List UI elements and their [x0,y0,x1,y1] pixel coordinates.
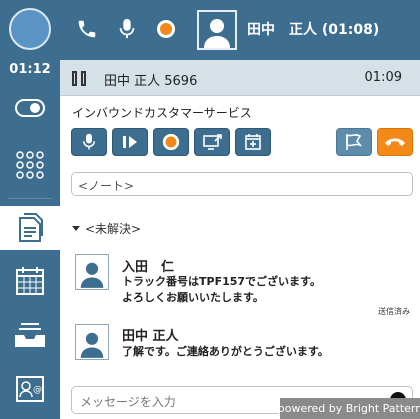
interaction-panel: 田中 正人 5696 01:09 インバウンドカスタマーサービス <ノート> <… [60,60,420,419]
disposition-label: <未解決> [85,222,142,236]
screen-share-button[interactable] [194,128,230,156]
sidebar-item-calendar[interactable] [0,258,60,304]
dialpad-icon [16,151,44,179]
sidebar-item-dialpad[interactable] [0,140,60,190]
phone-icon[interactable] [74,16,100,42]
inbox-icon [15,323,45,347]
contact-avatar [197,10,237,50]
user-icon [80,262,104,288]
top-bar: 田中 正人 (01:08) [0,0,420,60]
agent-status-indicator[interactable] [9,8,51,50]
message-line: 了解です。ご連絡ありがとうございます。 [122,345,329,358]
sidebar-divider [8,198,52,199]
record-icon [162,133,180,151]
sidebar-item-inbox[interactable] [0,312,60,358]
message-line: トラック番号はTPF157でございます。 [122,275,321,288]
document-icon [19,213,43,242]
session-timer: 01:12 [9,62,51,77]
contact-name-header: 田中 正人 (01:08) [247,19,379,39]
message-sender: 入田 仁 [122,260,175,275]
schedule-button[interactable] [235,128,271,156]
notes-field[interactable]: <ノート> [71,172,413,196]
call-header: 田中 正人 5696 01:09 [60,60,420,96]
svg-text:@: @ [33,385,42,395]
toggle-switch-icon [15,99,45,117]
schedule-icon [245,134,261,150]
sidebar: 01:12 @ [0,60,60,419]
call-duration: 01:09 [364,70,402,85]
record-icon[interactable] [153,16,179,42]
microphone-icon [83,133,95,150]
message-avatar [75,254,109,290]
calendar-icon [16,267,44,295]
hangup-button[interactable] [377,128,413,156]
powered-by-badge: powered by Bright Pattern [278,398,420,419]
sidebar-item-documents[interactable] [0,206,60,250]
disposition-selector[interactable]: <未解決> [72,220,141,237]
sidebar-item-toggle[interactable] [0,86,60,130]
contact-name: 田中 正人 [247,22,317,38]
message-avatar [75,324,109,360]
call-timer: (01:08) [321,22,380,38]
user-icon [80,332,104,358]
play-pause-icon [123,136,137,148]
disposition-flag-button[interactable] [336,128,372,156]
screen-share-icon [203,134,222,150]
contact-card-icon: @ [16,376,44,402]
message-line: よろしくお願いいたします。 [122,291,264,304]
sidebar-item-contacts[interactable]: @ [0,366,60,412]
hangup-icon [385,138,405,146]
collapse-triangle-icon [72,226,80,231]
hold-icon[interactable] [72,71,88,86]
message-status: 送信済み [378,307,410,316]
service-name: インバウンドカスタマーサービス [72,106,252,120]
mute-button[interactable] [71,128,107,156]
microphone-icon[interactable] [114,16,140,42]
call-title: 田中 正人 5696 [104,74,198,89]
play-pause-button[interactable] [112,128,148,156]
message-sender: 田中 正人 [122,329,179,344]
record-button[interactable] [153,128,189,156]
flag-icon [346,133,363,150]
